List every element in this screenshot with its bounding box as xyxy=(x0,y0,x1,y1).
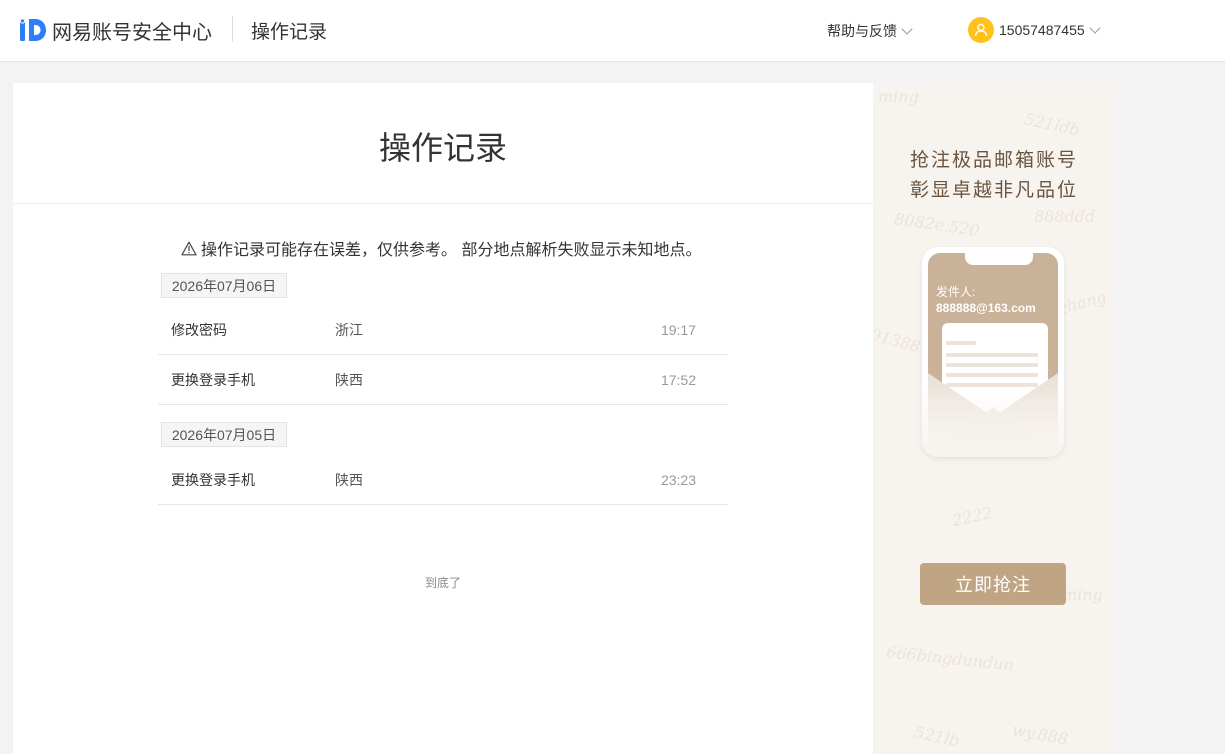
ad-headline-line2: 彰显卓越非凡品位 xyxy=(909,179,1078,201)
phone-mail-illustration: 发件人: 888888@163.com xyxy=(922,247,1064,457)
record-place: 浙江 xyxy=(335,322,363,338)
user-phone: 15057487455 xyxy=(999,22,1085,38)
user-icon xyxy=(974,23,988,37)
date-tag: 2026年07月05日 xyxy=(161,422,287,447)
help-feedback-menu[interactable]: 帮助与反馈 xyxy=(827,21,913,41)
end-of-list-text: 到底了 xyxy=(13,574,873,591)
ad-watermark: 521lb xyxy=(912,722,962,751)
record-row: 修改密码 浙江 19:17 xyxy=(158,305,728,355)
record-place: 陕西 xyxy=(335,372,363,388)
ad-watermark: 666bingdundun xyxy=(885,642,1015,675)
help-feedback-label: 帮助与反馈 xyxy=(827,23,897,39)
sender-label: 发件人: xyxy=(936,285,976,299)
user-menu[interactable]: 15057487455 xyxy=(968,17,1101,43)
ad-headline-line1: 抢注极品邮箱账号 xyxy=(909,149,1078,171)
record-action: 更换登录手机 xyxy=(171,372,255,388)
header-divider xyxy=(232,16,233,42)
ad-watermark: 888ddd xyxy=(1034,207,1096,226)
premium-email-ad[interactable]: ming 521ldb 8082e.520 888ddd zhang 01388… xyxy=(874,83,1114,754)
ad-watermark: 8082e.520 xyxy=(893,209,981,240)
operation-records-panel: 操作记录 操作记录可能存在误差，仅供参考。 部分地点解析失败显示未知地点。 20… xyxy=(13,83,873,754)
record-row: 更换登录手机 陕西 23:23 xyxy=(158,455,728,505)
record-action: 更换登录手机 xyxy=(171,472,255,488)
avatar xyxy=(968,17,994,43)
ad-watermark: zhang xyxy=(1056,287,1109,318)
ad-watermark: wy.888 xyxy=(1010,720,1070,749)
logo-text: 网易账号安全中心 xyxy=(52,21,212,44)
ad-watermark: ming xyxy=(878,87,919,106)
ad-watermark: 2222 xyxy=(950,502,995,531)
register-now-button[interactable]: 立即抢注 xyxy=(920,563,1066,605)
sender-email: 888888@163.com xyxy=(936,301,1036,315)
phone-notch xyxy=(965,253,1033,265)
page-title: 操作记录 xyxy=(378,130,507,166)
record-action: 修改密码 xyxy=(171,322,227,338)
title-divider xyxy=(13,203,873,204)
header-page-title: 操作记录 xyxy=(251,22,328,43)
ad-watermark: ming xyxy=(1062,585,1103,604)
chevron-down-icon xyxy=(901,22,913,35)
record-time: 17:52 xyxy=(660,372,696,388)
warning-icon xyxy=(181,241,197,256)
record-place: 陕西 xyxy=(335,472,363,488)
phone-fade xyxy=(922,387,1064,457)
record-row: 更换登录手机 陕西 17:52 xyxy=(158,355,728,405)
top-header: 网易账号安全中心 操作记录 帮助与反馈 15057487455 xyxy=(0,0,1225,62)
chevron-down-icon xyxy=(1088,21,1101,34)
ad-watermark: 01388 xyxy=(874,324,923,357)
netease-id-logo-icon xyxy=(18,17,48,43)
record-time: 19:17 xyxy=(660,322,696,338)
ad-watermark: 521ldb xyxy=(1022,109,1082,140)
date-tag: 2026年07月06日 xyxy=(161,273,287,298)
records-notice: 操作记录可能存在误差，仅供参考。 部分地点解析失败显示未知地点。 xyxy=(181,236,701,260)
netease-security-logo[interactable]: 网易账号安全中心 xyxy=(18,16,212,44)
notice-text: 操作记录可能存在误差，仅供参考。 部分地点解析失败显示未知地点。 xyxy=(201,242,702,259)
end-of-list-label: 到底了 xyxy=(424,576,461,590)
record-time: 23:23 xyxy=(660,472,696,488)
